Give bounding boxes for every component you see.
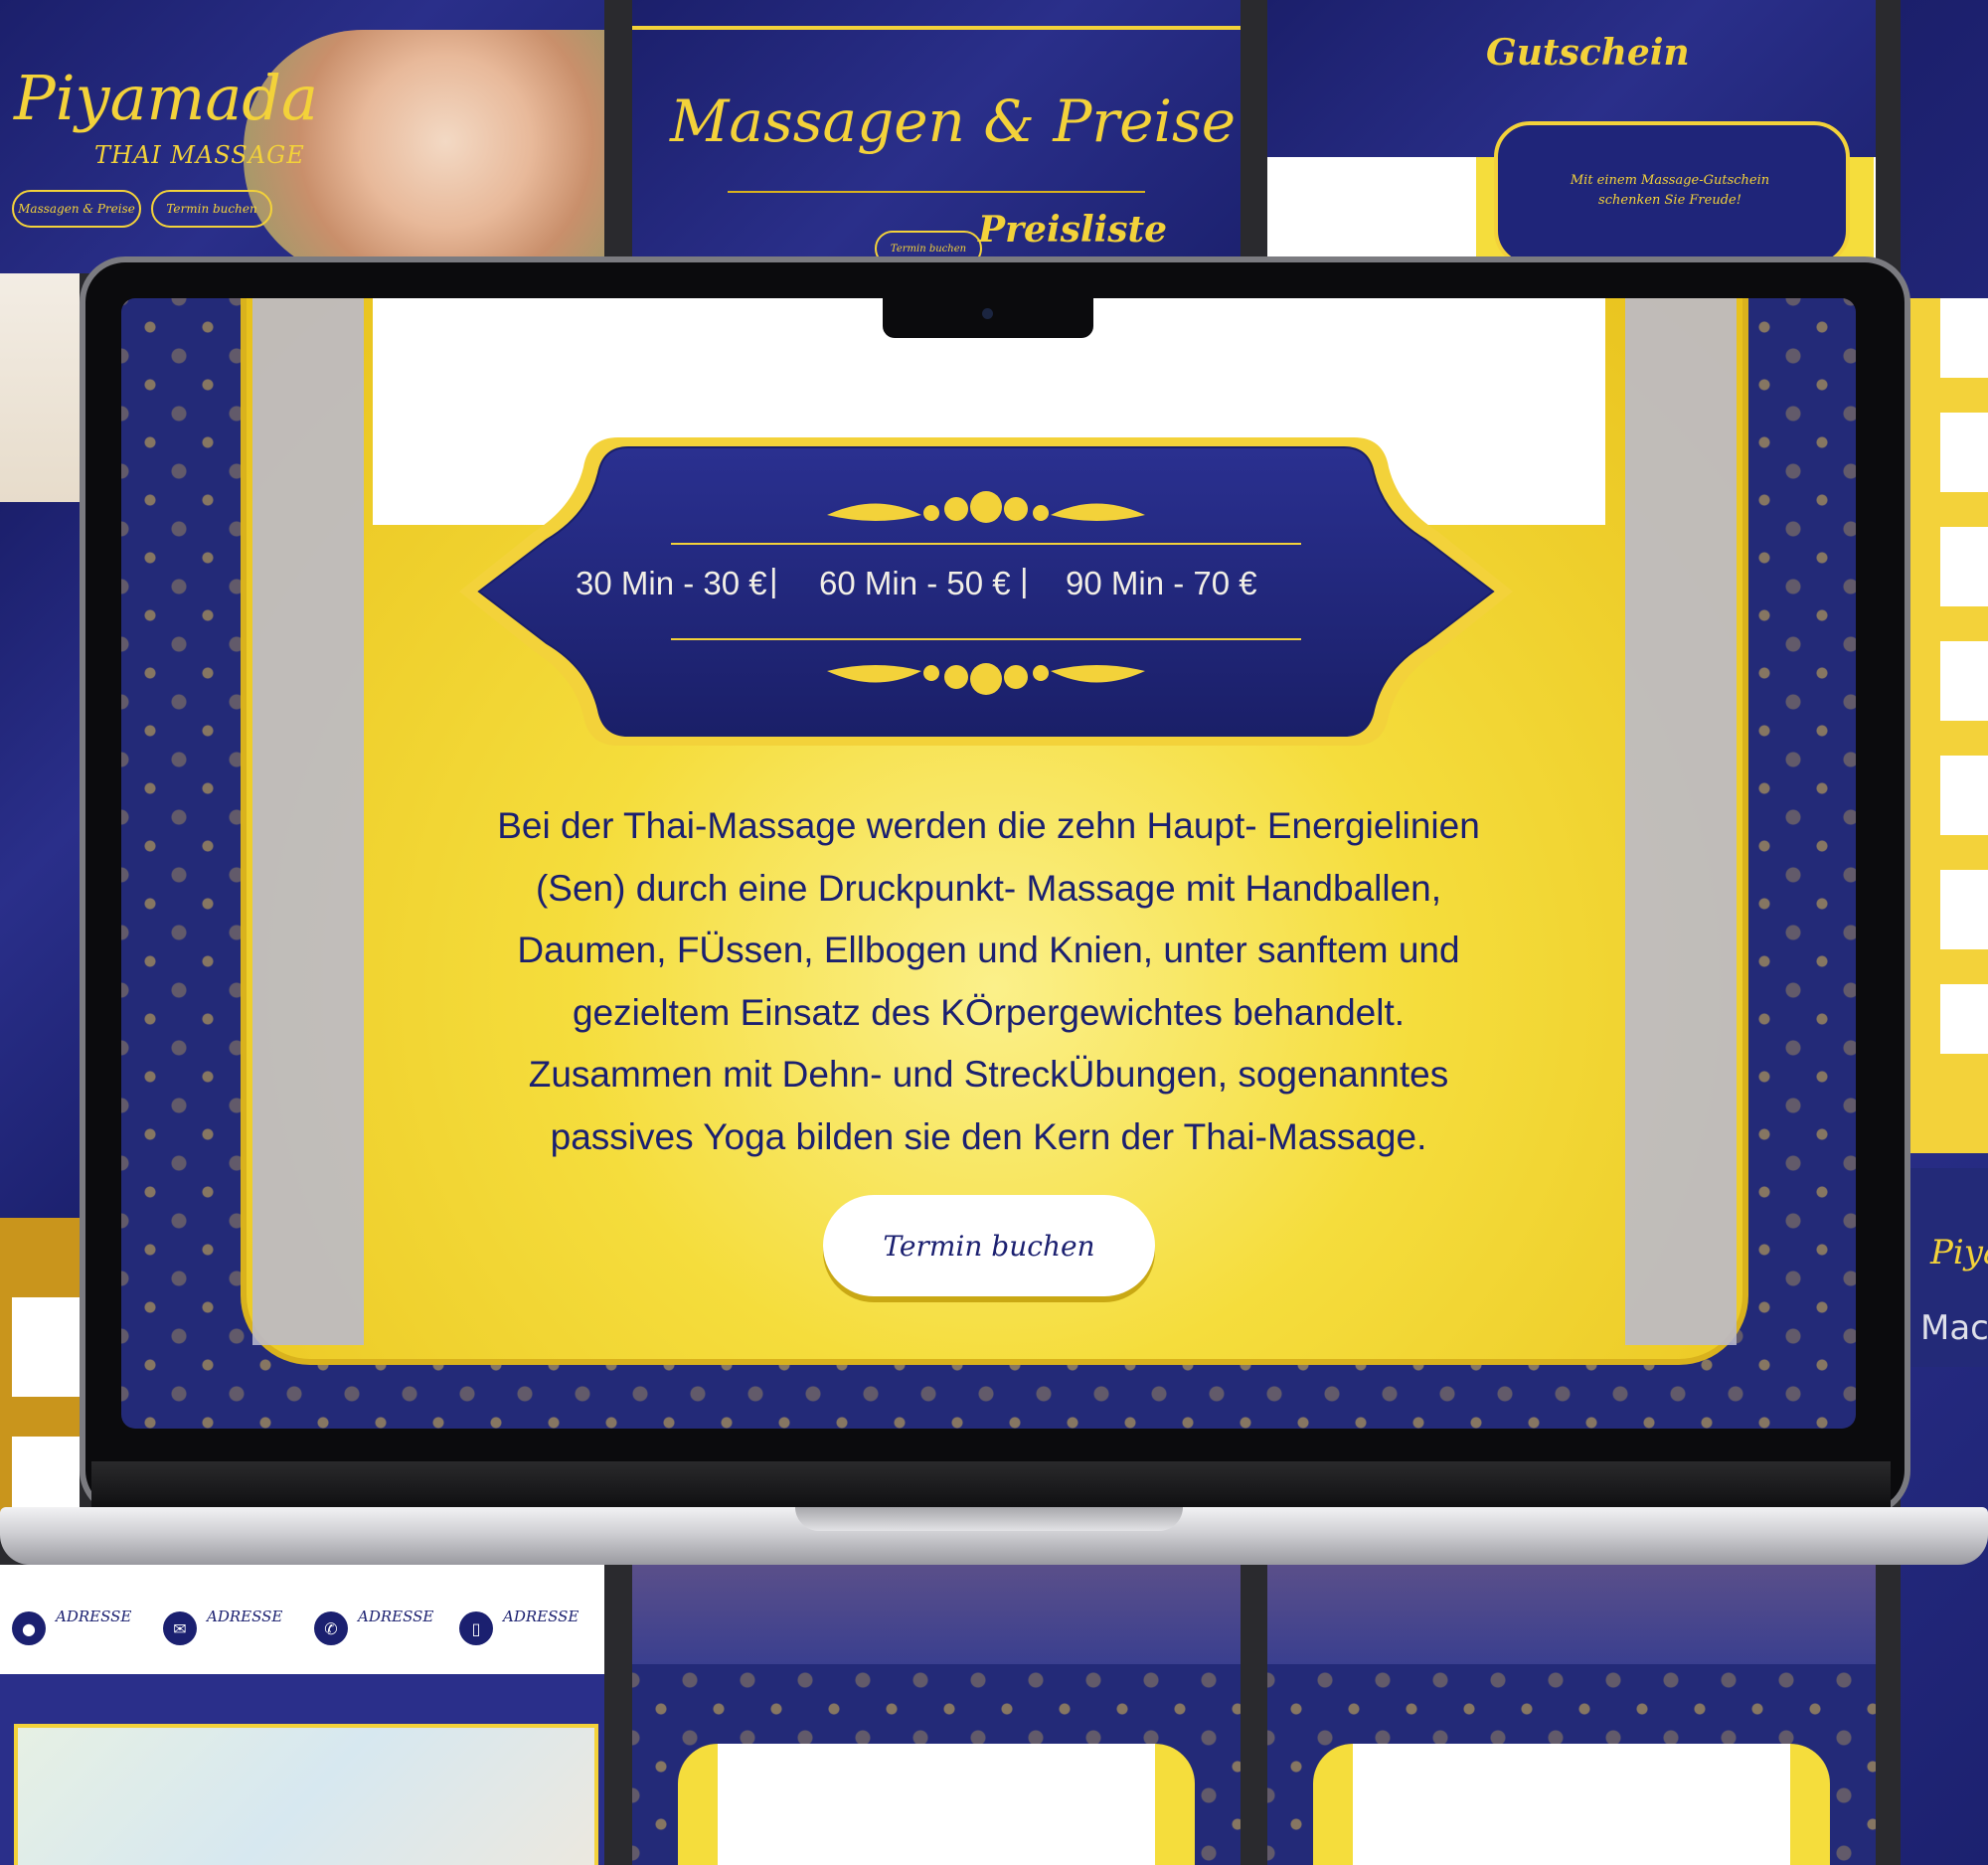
left-mid-panel xyxy=(0,502,80,1218)
bottom-photo-strip xyxy=(1267,1565,1876,1664)
right-edge-brand: Piya xyxy=(1930,1233,1988,1272)
price-separator: | xyxy=(769,562,778,598)
camera-icon xyxy=(982,308,993,319)
left-white-block xyxy=(12,1437,80,1516)
right-edge-text: Mach xyxy=(1920,1308,1988,1348)
contact-address: ● ADRESSE xyxy=(12,1608,151,1652)
laptop-opening-notch xyxy=(795,1507,1183,1531)
phone-icon: ✆ xyxy=(314,1611,348,1645)
ornament-divider xyxy=(728,191,1145,193)
thai-massage-description: Bei der Thai-Massage werden die zehn Hau… xyxy=(419,795,1558,1168)
voucher-heading: Gutschein xyxy=(1486,32,1690,74)
hero-prices-button[interactable]: Massagen & Preise xyxy=(12,190,141,228)
gold-rule xyxy=(632,26,1241,30)
contact-email: ✉ ADRESSE xyxy=(163,1608,302,1652)
contact-label: ADRESSE xyxy=(358,1608,434,1625)
bottom-panel-right xyxy=(1267,1565,1876,1865)
price-separator: | xyxy=(1020,562,1029,598)
laptop-screen: 30 Min - 30 € | 60 Min - 50 € | 90 Min -… xyxy=(121,298,1856,1429)
right-edge-block xyxy=(1940,641,1988,721)
contact-mobile: ▯ ADRESSE xyxy=(459,1608,598,1652)
price-30-min: 30 Min - 30 € xyxy=(576,565,767,601)
book-appointment-button[interactable]: Termin buchen xyxy=(823,1195,1155,1296)
description-line: Zusammen mit Dehn- und StreckÜbungen, so… xyxy=(528,1054,1449,1095)
price-90-min: 90 Min - 70 € xyxy=(1066,565,1257,601)
right-edge-block xyxy=(1940,756,1988,835)
description-line: passives Yoga bilden sie den Kern der Th… xyxy=(550,1115,1427,1157)
bottom-white-box xyxy=(1353,1744,1790,1865)
bottom-photo-strip xyxy=(632,1565,1241,1664)
hero-brand-name: Piyamada xyxy=(14,62,318,134)
prices-heading: Massagen & Preise xyxy=(670,87,1237,155)
price-list-heading: Preisliste xyxy=(978,209,1168,251)
contact-label: ADRESSE xyxy=(503,1608,580,1625)
hero-panel: Piyamada THAI MASSAGE Massagen & Preise … xyxy=(0,0,604,273)
right-edge-block xyxy=(1940,413,1988,492)
voucher-panel: Gutschein Mit einem Massage-Gutschein sc… xyxy=(1267,0,1876,273)
right-edge-block xyxy=(1940,527,1988,606)
mail-icon: ✉ xyxy=(163,1611,197,1645)
right-edge-block xyxy=(1940,984,1988,1054)
hero-brand-tagline: THAI MASSAGE xyxy=(94,141,305,169)
contact-phone: ✆ ADRESSE xyxy=(314,1608,453,1652)
prices-panel: Massagen & Preise Preisliste Termin buch… xyxy=(632,0,1241,273)
location-pin-icon: ● xyxy=(12,1611,46,1645)
right-edge-panel: Piya Mach xyxy=(1901,0,1988,1865)
bottom-white-box xyxy=(718,1744,1155,1865)
map[interactable] xyxy=(14,1724,598,1865)
left-grey-strip xyxy=(252,298,364,1345)
right-edge-block xyxy=(1940,298,1988,378)
description-line: Bei der Thai-Massage werden die zehn Hau… xyxy=(497,805,1480,846)
description-line: Daumen, FÜssen, Ellbogen und Knien, unte… xyxy=(517,930,1460,970)
price-60-min: 60 Min - 50 € xyxy=(819,565,1011,601)
mobile-icon: ▯ xyxy=(459,1611,493,1645)
description-line: gezieltem Einsatz des KÖrpergewichtes be… xyxy=(572,991,1406,1033)
left-white-block xyxy=(12,1297,80,1397)
description-line: (Sen) durch eine Druckpunkt- Massage mit… xyxy=(535,867,1442,909)
camera-notch xyxy=(883,298,1093,338)
right-grey-strip xyxy=(1625,298,1737,1345)
bottom-panel-middle xyxy=(632,1565,1241,1865)
left-photo-panel xyxy=(0,273,80,502)
contact-label: ADRESSE xyxy=(56,1608,132,1625)
left-gold-panel xyxy=(0,1218,80,1516)
voucher-text: Mit einem Massage-Gutschein schenken Sie… xyxy=(1570,173,1770,208)
hero-booking-button[interactable]: Termin buchen xyxy=(151,190,272,228)
right-edge-block xyxy=(1940,870,1988,949)
contact-label: ADRESSE xyxy=(207,1608,283,1625)
laptop-chin xyxy=(91,1461,1891,1507)
